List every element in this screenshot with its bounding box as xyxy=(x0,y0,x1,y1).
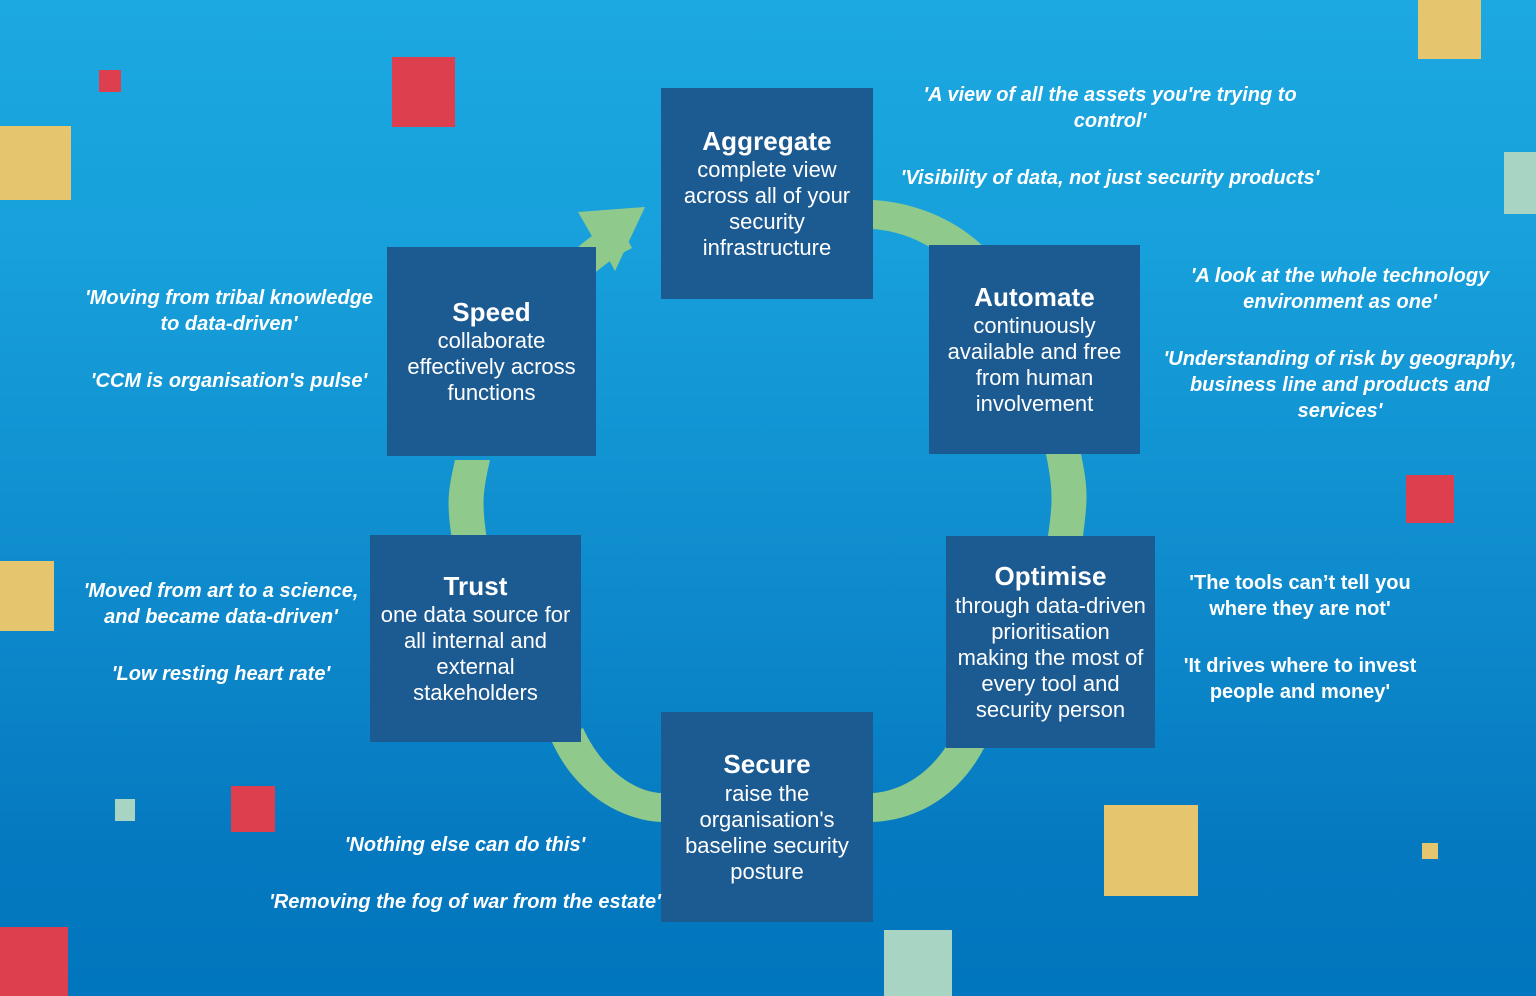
quote-speed-2: 'CCM is organisation's pulse' xyxy=(90,370,368,392)
quotes-aggregate: 'A view of all the assets you're trying … xyxy=(896,82,1324,191)
quote-aggregate-2: 'Visibility of data, not just security p… xyxy=(900,167,1320,189)
node-secure[interactable]: Secure raise the organisation's baseline… xyxy=(661,712,873,922)
sq-gold-left-mid xyxy=(0,561,54,631)
node-automate[interactable]: Automate continuously available and free… xyxy=(929,245,1140,454)
node-optimise-title: Optimise xyxy=(994,561,1107,592)
node-trust-description: one data source for all internal and ext… xyxy=(380,602,571,706)
quote-secure-2: 'Removing the fog of war from the estate… xyxy=(269,891,661,913)
quote-speed-1: 'Moving from tribal knowledge to data-dr… xyxy=(84,287,374,335)
quote-secure-1: 'Nothing else can do this' xyxy=(344,834,586,856)
sq-red-small-tl xyxy=(99,70,121,92)
sq-red-mid-tl xyxy=(392,57,455,127)
quote-trust-1: 'Moved from art to a science, and became… xyxy=(83,580,359,628)
node-trust-title: Trust xyxy=(443,570,508,601)
connector-trust-to-speed xyxy=(448,460,490,540)
quote-optimise-1: 'The tools can’t tell you where they are… xyxy=(1189,572,1411,620)
quote-automate-1: 'A look at the whole technology environm… xyxy=(1190,265,1490,313)
sq-red-lower xyxy=(231,786,275,832)
quotes-automate: 'A look at the whole technology environm… xyxy=(1160,263,1520,424)
sq-mint-right xyxy=(1504,152,1536,214)
quotes-optimise: 'The tools can’t tell you where they are… xyxy=(1172,570,1428,705)
sq-gold-tiny-br xyxy=(1422,843,1438,859)
node-speed-title: Speed xyxy=(452,296,531,327)
diagram-canvas: Aggregate complete view across all of yo… xyxy=(0,0,1536,996)
sq-mint-bottom xyxy=(884,930,952,996)
node-speed[interactable]: Speed collaborate effectively across fun… xyxy=(387,247,596,456)
node-aggregate[interactable]: Aggregate complete view across all of yo… xyxy=(661,88,873,299)
quote-aggregate-1: 'A view of all the assets you're trying … xyxy=(923,84,1297,132)
node-secure-description: raise the organisation's baseline securi… xyxy=(685,780,849,884)
sq-gold-bottom xyxy=(1104,805,1198,896)
node-aggregate-title: Aggregate xyxy=(702,125,832,156)
quotes-trust: 'Moved from art to a science, and became… xyxy=(76,578,366,687)
node-automate-title: Automate xyxy=(974,281,1095,312)
node-optimise-description: through data-driven prioritisation makin… xyxy=(955,592,1146,722)
node-automate-description: continuously available and free from hum… xyxy=(947,313,1122,417)
connector-automate-to-optimise xyxy=(1046,454,1087,536)
quotes-secure: 'Nothing else can do this' 'Removing the… xyxy=(268,832,662,915)
sq-red-bottom-left xyxy=(0,927,68,996)
sq-gold-top-right xyxy=(1418,0,1481,59)
node-speed-description: collaborate effectively across functions xyxy=(407,328,576,406)
node-trust[interactable]: Trust one data source for all internal a… xyxy=(370,535,581,742)
node-optimise[interactable]: Optimise through data-driven prioritisat… xyxy=(946,536,1155,748)
quote-trust-2: 'Low resting heart rate' xyxy=(111,663,331,685)
node-aggregate-description: complete view across all of your securit… xyxy=(683,157,851,261)
sq-gold-left xyxy=(0,126,71,200)
connector-secure-to-trust xyxy=(552,728,661,822)
sq-red-right xyxy=(1406,475,1454,523)
node-secure-title: Secure xyxy=(723,749,811,780)
quotes-speed: 'Moving from tribal knowledge to data-dr… xyxy=(84,285,374,394)
quote-automate-2: 'Understanding of risk by geography, bus… xyxy=(1163,348,1517,422)
sq-mint-small xyxy=(115,799,135,821)
quote-optimise-2: 'It drives where to invest people and mo… xyxy=(1183,655,1417,703)
